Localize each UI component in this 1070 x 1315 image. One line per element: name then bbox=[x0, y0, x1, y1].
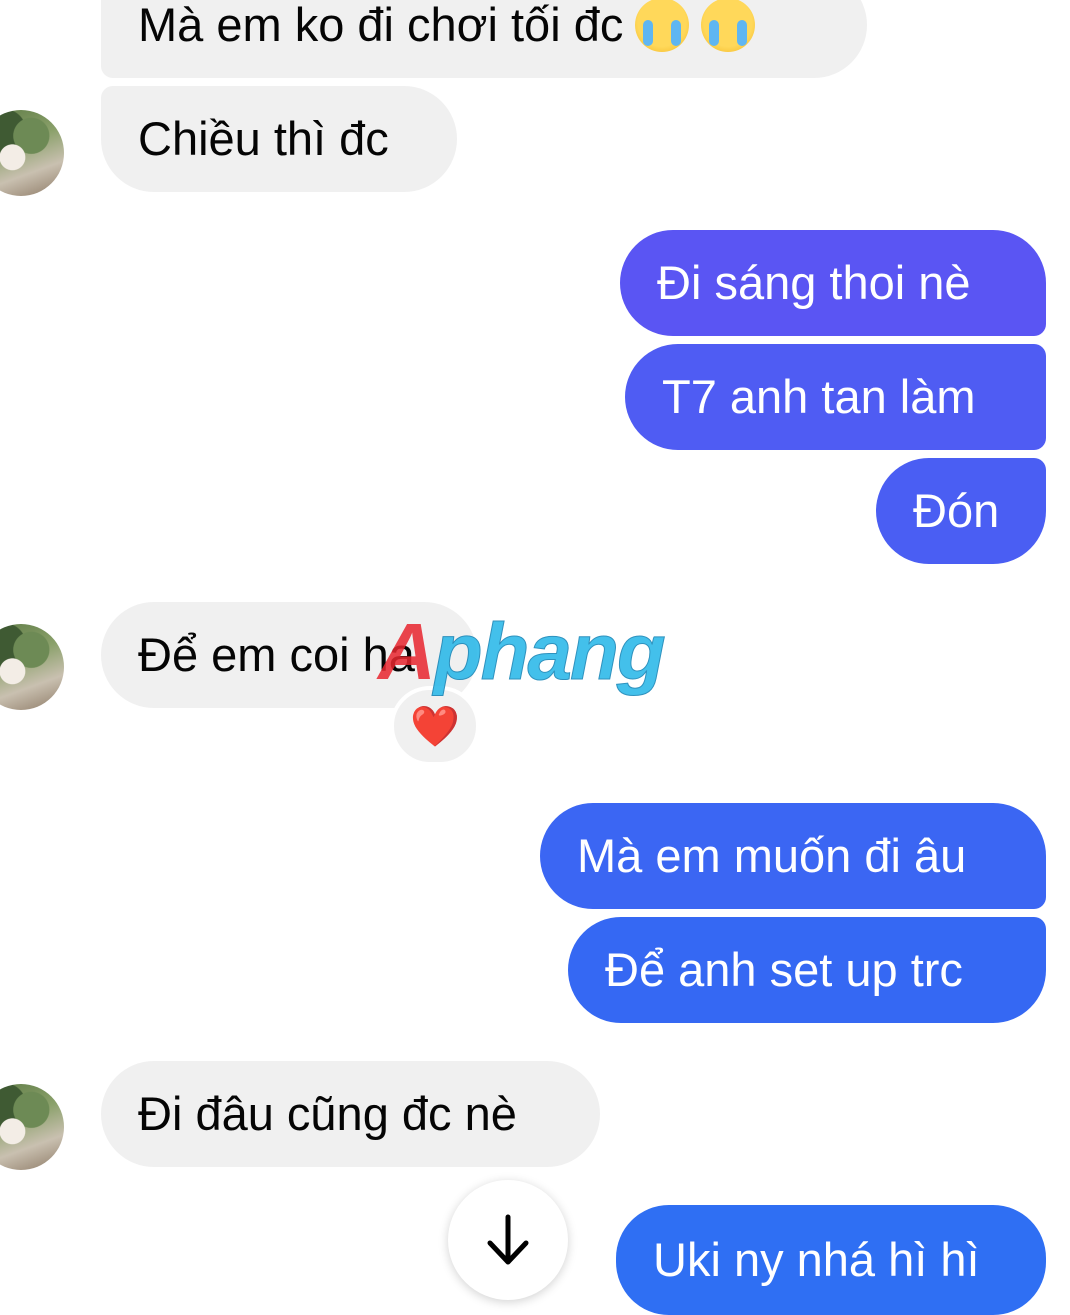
message-text: Mà em ko đi chơi tối đc bbox=[138, 0, 624, 51]
message-text: Đi sáng thoi nè bbox=[657, 256, 971, 309]
outgoing-message[interactable]: Để anh set up trc bbox=[568, 917, 1046, 1023]
outgoing-message[interactable]: Mà em muốn đi âu bbox=[540, 803, 1046, 909]
arrow-down-icon bbox=[487, 1214, 529, 1265]
heart-reaction[interactable]: ❤️ bbox=[390, 686, 480, 766]
contact-avatar[interactable] bbox=[0, 1084, 64, 1170]
contact-avatar[interactable] bbox=[0, 110, 64, 196]
message-text: Mà em muốn đi âu bbox=[577, 829, 967, 882]
outgoing-message[interactable]: Đi sáng thoi nè bbox=[620, 230, 1046, 336]
message-text: Chiều thì đc bbox=[138, 112, 389, 165]
message-text: Uki ny nhá hì hì bbox=[653, 1233, 980, 1286]
message-text: Để anh set up trc bbox=[605, 943, 963, 996]
crying-face-emoji-icon bbox=[701, 0, 756, 52]
message-text: Đi đâu cũng đc nè bbox=[138, 1087, 517, 1140]
message-text: Để em coi ha bbox=[138, 628, 415, 681]
message-text: Đón bbox=[913, 484, 1000, 537]
message-text: T7 anh tan làm bbox=[662, 370, 976, 423]
outgoing-message[interactable]: T7 anh tan làm bbox=[625, 344, 1046, 450]
incoming-message[interactable]: Chiều thì đc bbox=[101, 86, 457, 192]
outgoing-message[interactable]: Uki ny nhá hì hì bbox=[616, 1205, 1046, 1315]
contact-avatar[interactable] bbox=[0, 624, 64, 710]
incoming-message[interactable]: Mà em ko đi chơi tối đc bbox=[101, 0, 867, 78]
outgoing-message[interactable]: Đón bbox=[876, 458, 1046, 564]
crying-face-emoji-icon bbox=[635, 0, 690, 52]
watermark-logo: Aphang bbox=[378, 607, 666, 697]
heart-icon: ❤️ bbox=[410, 704, 460, 749]
incoming-message[interactable]: Đi đâu cũng đc nè bbox=[101, 1061, 600, 1167]
scroll-to-bottom-button[interactable] bbox=[448, 1180, 568, 1300]
